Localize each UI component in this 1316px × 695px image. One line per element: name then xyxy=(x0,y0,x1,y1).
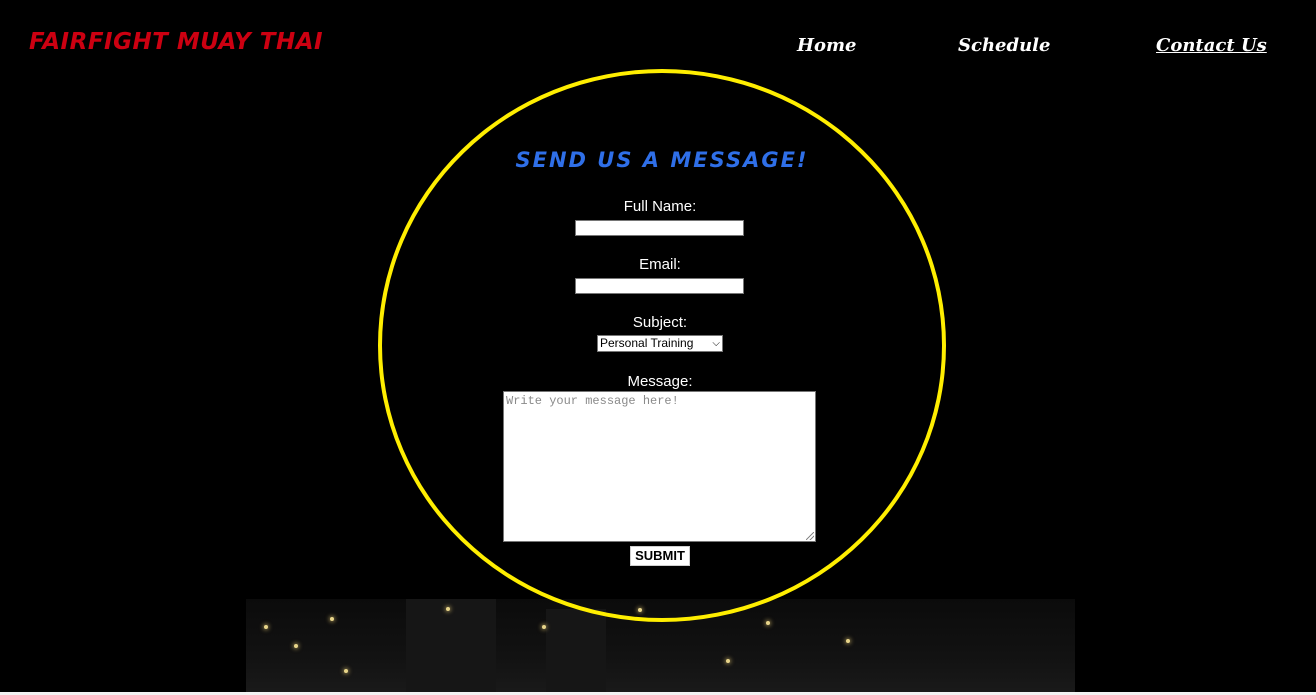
main-nav: Home Schedule Contact Us xyxy=(0,31,1316,61)
city-light xyxy=(264,625,268,629)
city-light xyxy=(766,621,770,625)
email-label: Email: xyxy=(639,256,681,273)
message-textarea[interactable] xyxy=(503,391,816,542)
city-light xyxy=(294,644,298,648)
nav-link-contact-us[interactable]: Contact Us xyxy=(1156,31,1267,61)
subject-select[interactable]: Personal Training ⌵ xyxy=(597,335,723,352)
nav-link-schedule[interactable]: Schedule xyxy=(958,31,1050,61)
subject-selected-value: Personal Training xyxy=(600,336,694,350)
contact-page: FAIRFIGHT MUAY THAI Home Schedule Contac… xyxy=(0,0,1316,695)
nav-link-home[interactable]: Home xyxy=(797,31,857,61)
full-name-label: Full Name: xyxy=(623,198,697,215)
message-label: Message: xyxy=(627,373,693,390)
full-name-input[interactable] xyxy=(575,220,744,236)
email-input[interactable] xyxy=(575,278,744,294)
building-silhouette xyxy=(406,599,496,695)
city-light xyxy=(330,617,334,621)
city-light xyxy=(846,639,850,643)
building-silhouette xyxy=(546,609,606,695)
city-light xyxy=(344,669,348,673)
chevron-down-icon: ⌵ xyxy=(712,338,720,349)
form-title: SEND US A MESSAGE! xyxy=(515,148,809,172)
city-light xyxy=(542,625,546,629)
submit-button[interactable]: SUBMIT xyxy=(630,546,690,566)
subject-label: Subject: xyxy=(632,314,688,331)
resize-handle-icon[interactable] xyxy=(806,532,814,540)
city-light xyxy=(726,659,730,663)
city-light xyxy=(446,607,450,611)
